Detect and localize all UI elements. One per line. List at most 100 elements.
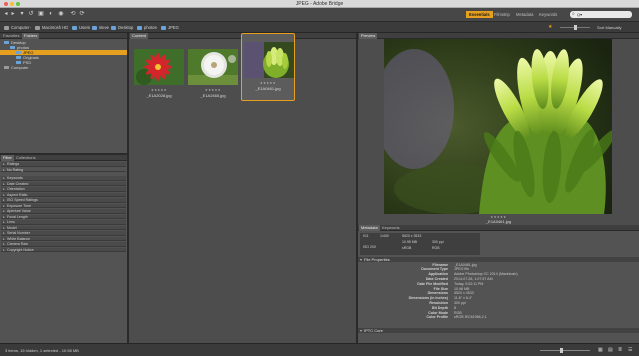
forward-arrow-icon[interactable]: ▸	[10, 11, 16, 17]
thumbnail-view-icon[interactable]: ▤	[608, 347, 613, 353]
tab-folders[interactable]: Folders	[22, 33, 40, 39]
status-text: 3 items, 15 hidden, 1 selected - 10.98 M…	[5, 348, 79, 353]
slider-knob[interactable]	[574, 25, 577, 30]
filter-iso-speed[interactable]: ISO Speed Ratings	[1, 198, 126, 203]
filter-focal-length[interactable]: Focal Length	[1, 214, 126, 219]
metadata-row: Color Profile sRGB IEC61966-2.1	[426, 315, 487, 320]
chevron-right-icon: ›	[87, 25, 89, 30]
tree-item-computer[interactable]: Computer	[0, 65, 127, 70]
thumbnail-item[interactable]: ★★★★★ _E1A2465.jpg	[186, 45, 240, 105]
folder-icon	[16, 50, 21, 54]
filter-camera-raw[interactable]: Camera Raw	[1, 242, 126, 247]
computer-icon	[4, 65, 9, 69]
camera-download-icon[interactable]: ▣	[38, 11, 44, 17]
thumbnail-item[interactable]: ★★★★★ _E1A2028.jpg	[132, 45, 186, 105]
filter-aperture-value[interactable]: Aperture Value	[1, 209, 126, 214]
thumbnail-item-selected[interactable]: ★★★★★ _E1A0461.jpg	[241, 33, 295, 101]
filter-aspect-ratio[interactable]: Aspect Ratio	[1, 192, 126, 197]
breadcrumb-desktop[interactable]: Desktop	[111, 25, 133, 30]
filter-date-created[interactable]: Date Created	[1, 181, 126, 186]
star-filter-icon[interactable]: ★	[548, 24, 552, 31]
back-arrow-icon[interactable]: ◂	[3, 11, 9, 17]
details-view-icon[interactable]: ≣	[618, 347, 622, 353]
breadcrumb-macintosh-hd[interactable]: Macintosh HD	[35, 25, 68, 30]
filter-copyright-notice[interactable]: Copyright Notice	[1, 247, 126, 252]
filter-white-balance[interactable]: White Balance	[1, 236, 126, 241]
workspace-keywords-tab[interactable]: Keywords	[536, 11, 560, 18]
computer-icon	[4, 25, 9, 30]
tab-content[interactable]: Content	[130, 33, 149, 39]
thumbnail-filename[interactable]: _E1A0461.jpg	[242, 86, 294, 91]
breadcrumb-photos[interactable]: photos	[137, 25, 157, 30]
chevron-right-icon: ›	[30, 25, 32, 30]
metadata-placard: f/11 1/400 ISO 200 5520 x 3533 10.98 MB …	[360, 233, 480, 255]
tab-metadata[interactable]: Metadata	[359, 225, 380, 231]
folder-icon	[137, 25, 142, 30]
folder-icon	[4, 40, 9, 44]
drive-icon	[35, 25, 40, 30]
metadata-panel: Metadata Keywords f/11 1/400 ISO 200 552…	[358, 225, 639, 343]
chevron-right-icon: ›	[132, 25, 134, 30]
rotate-right-icon[interactable]: ⟳	[79, 11, 85, 17]
breadcrumb-computer[interactable]: Computer	[4, 25, 29, 30]
placard-aperture: f/11	[363, 234, 369, 238]
section-iptc-core[interactable]: IPTC Core	[358, 328, 639, 333]
rotate-left-icon[interactable]: ⟲	[70, 11, 76, 17]
metadata-panel-tabs: Metadata Keywords	[358, 225, 639, 231]
tab-preview[interactable]: Preview	[359, 33, 378, 39]
folders-panel: Favorites Folders Desktop photos JPEG Or…	[0, 33, 127, 153]
tab-collections[interactable]: Collections	[14, 155, 38, 161]
folder-icon	[92, 25, 97, 30]
section-file-properties[interactable]: File Properties	[358, 257, 639, 262]
boomerang-icon[interactable]: ↺	[28, 11, 34, 17]
filter-orientation[interactable]: Orientation	[1, 187, 126, 192]
thumbnail-size-slider[interactable]	[540, 348, 590, 353]
thumbnail-filename[interactable]: _E1A2465.jpg	[186, 93, 240, 98]
tab-filter[interactable]: Filter	[1, 155, 14, 161]
workspace-essentials-tab[interactable]: Essentials	[466, 11, 493, 18]
search-icon: ⌕	[572, 11, 575, 17]
tab-favorites[interactable]: Favorites	[1, 33, 21, 39]
workspace-filmstrip-tab[interactable]: Filmstrip	[491, 11, 513, 18]
filter-lens[interactable]: Lens	[1, 220, 126, 225]
placard-dimensions: 5520 x 3533	[402, 234, 422, 238]
search-value: Q▾	[577, 12, 583, 17]
filter-no-rating[interactable]: No Rating	[1, 167, 126, 172]
panel-divider[interactable]	[0, 153, 127, 155]
rating-stars[interactable]: ★★★★★	[186, 88, 240, 92]
path-bar: Computer › Macintosh HD › Users › steve …	[0, 22, 639, 33]
filter-panel: Filter Collections Ratings No Rating Key…	[0, 155, 127, 343]
slider-knob[interactable]	[560, 348, 563, 353]
folder-icon	[16, 60, 21, 64]
open-in-camera-raw-icon[interactable]: ◉	[58, 11, 64, 17]
filter-exposure-time[interactable]: Exposure Time	[1, 203, 126, 208]
rating-stars[interactable]: ★★★★★	[132, 88, 186, 92]
filter-panel-tabs: Filter Collections	[0, 155, 127, 161]
grid-view-icon[interactable]: ▦	[598, 347, 603, 353]
preview-filename: _E1A0461.jpg	[485, 219, 512, 224]
application-toolbar: ◂ ▸ ▾ ↺ ▣ ◐ ◉ ⟲ ⟳ Essentials Filmstrip M…	[0, 8, 639, 22]
rating-stars[interactable]: ★★★★★	[242, 81, 294, 85]
folder-icon	[16, 55, 21, 59]
placard-shutter: 1/400	[380, 234, 389, 238]
sort-dropdown[interactable]: Sort Manually	[597, 24, 621, 31]
thumbnail-filename[interactable]: _E1A2028.jpg	[132, 93, 186, 98]
preview-image[interactable]	[384, 39, 612, 214]
folder-icon	[111, 25, 116, 30]
refine-icon[interactable]: ◐	[48, 11, 54, 17]
search-input[interactable]: ⌕ Q▾	[570, 11, 632, 18]
filter-ratings[interactable]: Ratings	[1, 162, 126, 167]
placard-size: 10.98 MB	[402, 240, 417, 244]
placard-mode: RGB	[432, 246, 440, 250]
filter-keywords[interactable]: Keywords	[1, 176, 126, 181]
workspace-metadata-tab[interactable]: Metadata	[513, 11, 536, 18]
tab-keywords[interactable]: Keywords	[380, 225, 402, 231]
list-view-icon[interactable]: ☰	[628, 347, 632, 353]
breadcrumb-jpeg[interactable]: JPEG	[161, 25, 179, 30]
filter-serial-number[interactable]: Serial Number	[1, 231, 126, 236]
thumbnail-quality-slider[interactable]	[560, 25, 590, 30]
recent-folders-icon[interactable]: ▾	[19, 11, 25, 17]
placard-resolution: 300 ppi	[432, 240, 444, 244]
folder-icon	[72, 25, 77, 30]
filter-model[interactable]: Model	[1, 225, 126, 230]
